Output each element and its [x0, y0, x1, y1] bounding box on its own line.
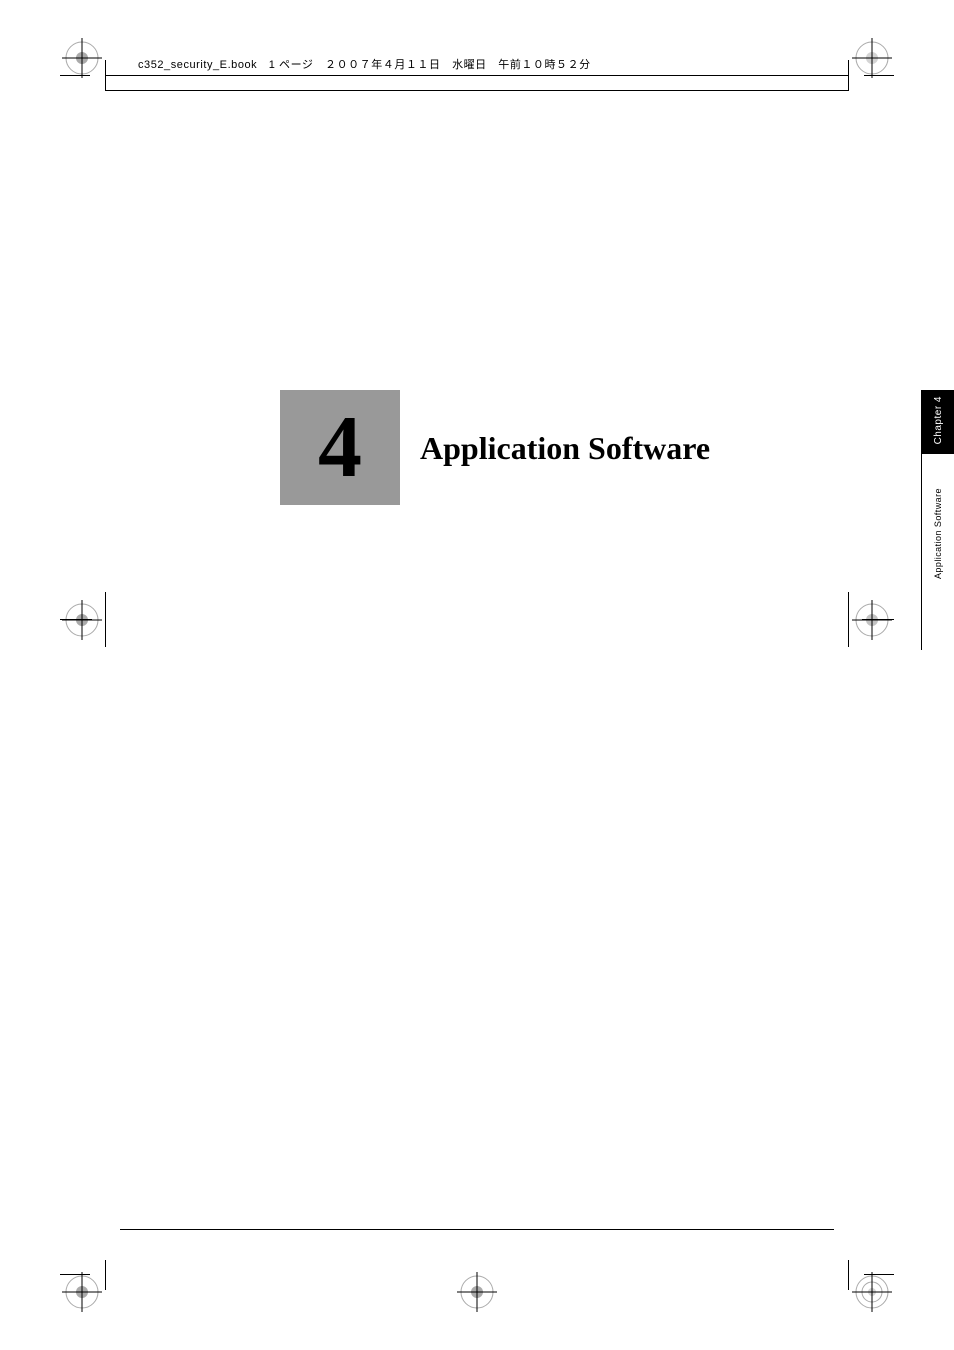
sidebar-chapter-tab: Chapter 4 — [922, 390, 954, 454]
header-line-bottom — [105, 90, 849, 91]
sidebar-app-label-container: Application Software — [922, 480, 954, 587]
right-mid-v-line — [848, 592, 849, 647]
reg-mark-bottom-left — [62, 1272, 102, 1312]
reg-mark-bottom-center — [457, 1272, 497, 1312]
crop-mark-left-bottom-v — [105, 1260, 106, 1290]
reg-mark-bottom-right — [852, 1272, 892, 1312]
reg-mark-right-mid — [852, 600, 892, 640]
chapter-title: Application Software — [420, 430, 710, 467]
bottom-line — [120, 1229, 834, 1230]
crop-mark-right-bottom-v — [848, 1260, 849, 1290]
left-mid-h-line — [60, 619, 92, 620]
reg-mark-top-right — [852, 38, 892, 78]
header-line-top — [105, 75, 849, 76]
sidebar-app-text: Application Software — [933, 488, 943, 579]
chapter-number-block: 4 — [280, 390, 400, 505]
page: c352_security_E.book 1 ページ ２００７年４月１１日 水曜… — [0, 0, 954, 1350]
chapter-number: 4 — [318, 404, 362, 492]
sidebar-chapter-label: Chapter 4 — [933, 396, 944, 444]
right-mid-h-line — [862, 619, 894, 620]
header-metadata: c352_security_E.book 1 ページ ２００７年４月１１日 水曜… — [130, 56, 591, 72]
reg-mark-top-left — [62, 38, 102, 78]
reg-mark-left-mid — [62, 600, 102, 640]
left-mid-v-line — [105, 592, 106, 647]
